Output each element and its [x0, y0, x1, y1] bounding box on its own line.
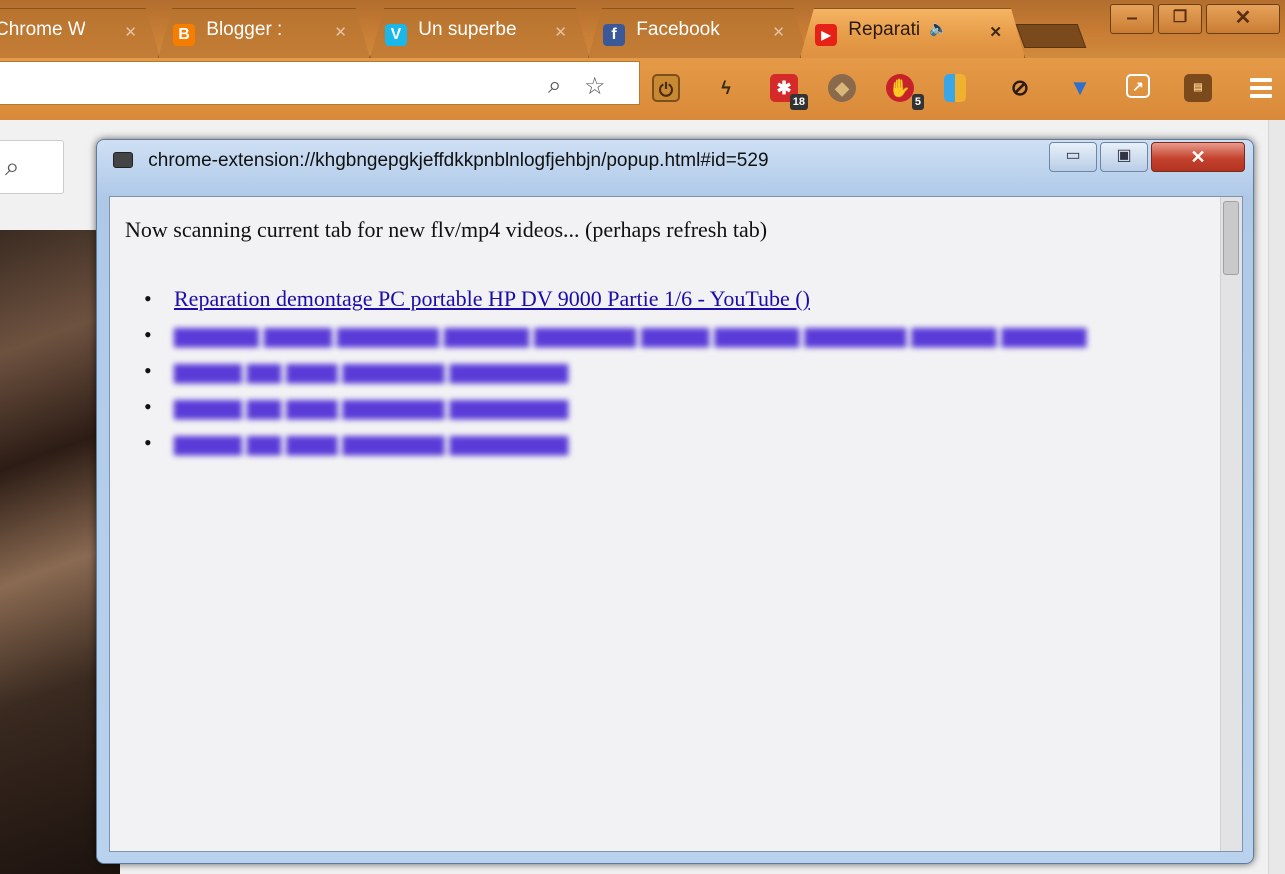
share-icon[interactable]: ↗ [1126, 74, 1150, 98]
close-icon[interactable]: ✕ [124, 23, 137, 41]
address-bar[interactable]: ⌕ ☆ [0, 61, 640, 105]
pdf-icon[interactable]: ▤ [1184, 74, 1212, 102]
scrollbar-thumb[interactable] [1223, 201, 1239, 275]
list-item: Reparation demontage PC portable HP DV 9… [144, 281, 1086, 317]
popup-content: Now scanning current tab for new flv/mp4… [109, 196, 1243, 852]
status-text: Now scanning current tab for new flv/mp4… [125, 217, 768, 242]
extension-red-icon[interactable]: ✱ 18 [770, 74, 808, 110]
popup-minimize-button[interactable]: ▭ [1049, 142, 1097, 172]
close-icon[interactable]: ✕ [772, 23, 785, 41]
tab-title: Chrome W [0, 19, 85, 40]
audio-icon[interactable]: 🔈 [929, 20, 948, 37]
youtube-icon: ▶ [815, 24, 837, 46]
redacted-video-link[interactable]: ▆▆▆▆ ▆▆ ▆▆▆ ▆▆▆▆▆▆ ▆▆▆▆▆▆▆ [174, 430, 568, 455]
search-icon[interactable]: ⌕ [0, 140, 64, 194]
extension-diamond-icon[interactable]: ◆ [828, 74, 856, 102]
page-icon [113, 152, 133, 168]
funnel-icon[interactable]: ▼ [1066, 74, 1094, 102]
maximize-button[interactable]: ❐ [1158, 4, 1202, 34]
close-icon[interactable]: ✕ [989, 23, 1002, 41]
block-icon[interactable]: ⊘ [1006, 74, 1034, 102]
new-tab-button[interactable] [1015, 24, 1087, 48]
menu-icon[interactable] [1250, 78, 1272, 100]
tab-youtube-active[interactable]: ▶ Reparati 🔈 ✕ [800, 8, 1025, 58]
bookmark-ext-icon[interactable] [944, 74, 966, 102]
search-icon[interactable]: ⌕ [548, 72, 561, 100]
list-item: ▆▆▆▆ ▆▆ ▆▆▆ ▆▆▆▆▆▆ ▆▆▆▆▆▆▆ [144, 389, 1086, 425]
close-button[interactable]: ✕ [1206, 4, 1280, 34]
tab-title: Reparati [848, 19, 921, 40]
page-scrollbar[interactable] [1268, 120, 1285, 874]
popup-title: chrome-extension://khgbngepgkjeffdkkpnbl… [148, 150, 769, 171]
list-item: ▆▆▆▆ ▆▆ ▆▆▆ ▆▆▆▆▆▆ ▆▆▆▆▆▆▆ [144, 425, 1086, 461]
tab-title: Blogger : [206, 19, 283, 40]
tab-facebook[interactable]: f Facebook ✕ [588, 8, 808, 58]
close-icon[interactable]: ✕ [334, 23, 347, 41]
plug-icon[interactable]: ⏻ [652, 74, 680, 102]
badge: 18 [789, 94, 808, 110]
extension-stop-icon[interactable]: ✋ 5 [886, 74, 924, 110]
list-item: ▆▆▆▆ ▆▆ ▆▆▆ ▆▆▆▆▆▆ ▆▆▆▆▆▆▆ [144, 353, 1086, 389]
vimeo-icon: V [385, 24, 407, 46]
bookmark-star-icon[interactable]: ☆ [584, 72, 606, 101]
redacted-video-link[interactable]: ▆▆▆▆ ▆▆ ▆▆▆ ▆▆▆▆▆▆ ▆▆▆▆▆▆▆ [174, 394, 568, 419]
video-link[interactable]: Reparation demontage PC portable HP DV 9… [174, 286, 810, 311]
video-list: Reparation demontage PC portable HP DV 9… [144, 281, 1086, 461]
extension-popup-window: chrome-extension://khgbngepgkjeffdkkpnbl… [96, 139, 1254, 864]
tab-strip: Chrome W ✕ B Blogger : ✕ V Un superbe ✕ … [0, 0, 1285, 58]
redacted-video-link[interactable]: ▆▆▆▆▆ ▆▆▆▆ ▆▆▆▆▆▆ ▆▆▆▆▆ ▆▆▆▆▆▆ ▆▆▆▆ ▆▆▆▆… [174, 322, 1086, 347]
toolbar: ⌕ ☆ ⏻ ϟ ✱ 18 ◆ ✋ 5 ⊘ ▼ ↗ ▤ [0, 58, 1285, 120]
popup-close-button[interactable]: ✕ [1151, 142, 1245, 172]
list-item: ▆▆▆▆▆ ▆▆▆▆ ▆▆▆▆▆▆ ▆▆▆▆▆ ▆▆▆▆▆▆ ▆▆▆▆ ▆▆▆▆… [144, 317, 1086, 353]
tab-vimeo[interactable]: V Un superbe ✕ [370, 8, 590, 58]
tab-title: Un superbe [418, 19, 517, 40]
facebook-icon: f [603, 24, 625, 46]
tab-chrome[interactable]: Chrome W ✕ [0, 8, 160, 58]
badge: 5 [911, 94, 924, 110]
tab-title: Facebook [636, 19, 720, 40]
popup-maximize-button[interactable]: ▣ [1100, 142, 1148, 172]
redacted-video-link[interactable]: ▆▆▆▆ ▆▆ ▆▆▆ ▆▆▆▆▆▆ ▆▆▆▆▆▆▆ [174, 358, 568, 383]
close-icon[interactable]: ✕ [554, 23, 567, 41]
tab-blogger[interactable]: B Blogger : ✕ [158, 8, 370, 58]
blogger-icon: B [173, 24, 195, 46]
popup-title-bar: chrome-extension://khgbngepgkjeffdkkpnbl… [113, 150, 769, 188]
minimize-button[interactable]: – [1110, 4, 1154, 34]
popup-scrollbar[interactable] [1220, 197, 1242, 851]
flash-icon[interactable]: ϟ [712, 74, 740, 102]
